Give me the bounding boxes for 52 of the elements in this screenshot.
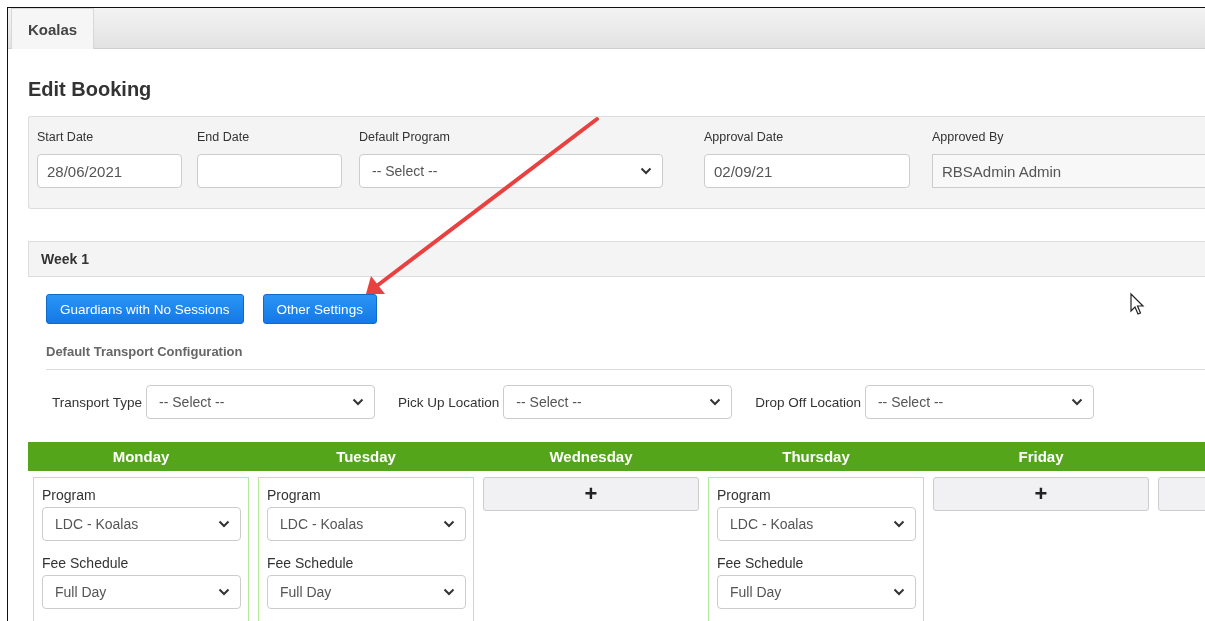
day-name: Thursday bbox=[782, 448, 850, 465]
field-label: Start Date bbox=[37, 130, 95, 144]
field-label: Fee Schedule bbox=[267, 555, 355, 571]
select-field[interactable]: LDC - Koalas bbox=[42, 507, 241, 541]
field-label: Transport Type bbox=[52, 394, 143, 410]
field-label: Program bbox=[267, 487, 322, 503]
chevron-down-icon bbox=[352, 398, 365, 406]
input-field[interactable]: 02/09/21 bbox=[704, 154, 910, 188]
add-button[interactable]: + bbox=[933, 477, 1149, 511]
add-button[interactable]: + bbox=[483, 477, 699, 511]
select-field[interactable]: Full Day bbox=[717, 575, 916, 609]
chevron-down-icon bbox=[893, 588, 905, 596]
chevron-down-icon bbox=[893, 520, 905, 528]
select-field[interactable]: -- Select -- bbox=[864, 385, 1094, 419]
day-name: Monday bbox=[112, 448, 170, 465]
chevron-down-icon bbox=[640, 167, 652, 175]
input-field[interactable] bbox=[197, 154, 342, 188]
day-name: Friday bbox=[1018, 448, 1064, 465]
field-label: Approval Date bbox=[704, 130, 785, 144]
field-label: Default Program bbox=[359, 130, 451, 144]
field-label: End Date bbox=[197, 130, 251, 144]
field-label: Program bbox=[717, 487, 772, 503]
input-field[interactable]: 28/06/2021 bbox=[37, 154, 182, 188]
select-field[interactable]: Full Day bbox=[42, 575, 241, 609]
chevron-down-icon bbox=[709, 398, 722, 406]
field-label: Fee Schedule bbox=[42, 555, 130, 571]
field-label: Fee Schedule bbox=[717, 555, 805, 571]
day-name: Wednesday bbox=[549, 448, 633, 465]
input-field[interactable]: RBSAdmin Admin bbox=[932, 154, 1205, 188]
field-label: Approved By bbox=[932, 130, 1005, 144]
field-label: Pick Up Location bbox=[398, 394, 500, 410]
select-field[interactable]: -- Select -- bbox=[146, 385, 376, 419]
chevron-down-icon bbox=[443, 520, 455, 528]
page-title: Edit Booking bbox=[28, 78, 153, 101]
day-name: Tuesday bbox=[336, 448, 396, 465]
mouse-cursor-icon bbox=[1130, 293, 1145, 315]
select-field[interactable]: LDC - Koalas bbox=[717, 507, 916, 541]
chevron-down-icon bbox=[443, 588, 455, 596]
select-field[interactable]: -- Select -- bbox=[503, 385, 733, 419]
chevron-down-icon bbox=[1070, 398, 1083, 406]
tab[interactable]: Koalas bbox=[11, 8, 95, 49]
select-field[interactable]: -- Select -- bbox=[359, 154, 663, 188]
field-label: Drop Off Location bbox=[755, 394, 861, 410]
select-field[interactable]: Full Day bbox=[267, 575, 466, 609]
chevron-down-icon bbox=[218, 520, 230, 528]
week-title: Week 1 bbox=[28, 241, 1205, 277]
section-heading: Default Transport Configuration bbox=[46, 344, 1205, 370]
select-field[interactable]: LDC - Koalas bbox=[267, 507, 466, 541]
action-button[interactable]: Other Settings bbox=[262, 294, 377, 324]
chevron-down-icon bbox=[218, 588, 230, 596]
action-button[interactable]: Guardians with No Sessions bbox=[46, 294, 244, 324]
field-label: Program bbox=[42, 487, 97, 503]
